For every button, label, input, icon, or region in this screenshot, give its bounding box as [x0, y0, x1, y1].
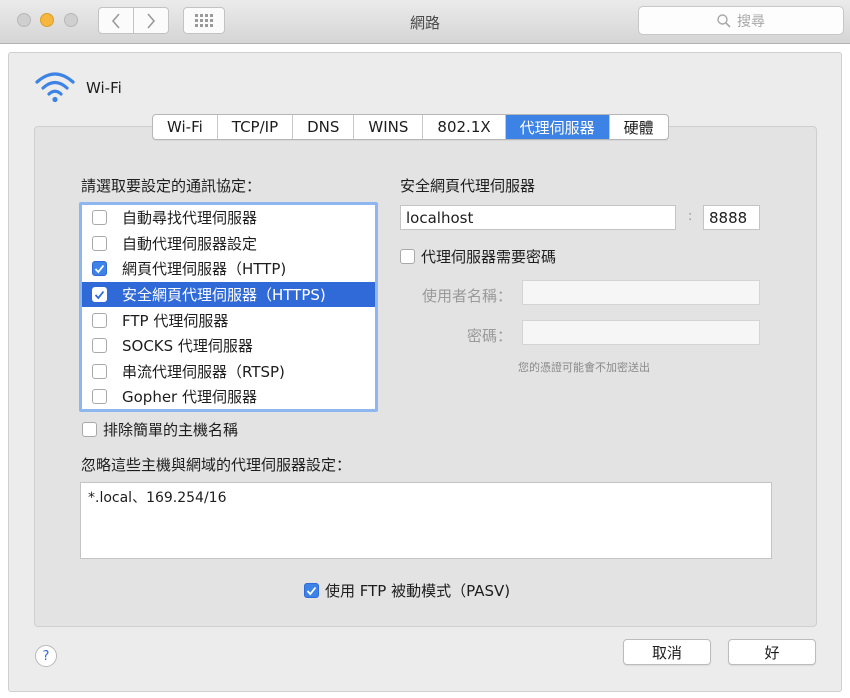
password-label: 密碼： — [466, 327, 512, 345]
passive-ftp-label: 使用 FTP 被動模式（PASV) — [325, 582, 511, 600]
bypass-textarea[interactable]: *.local、169.254/16 — [80, 482, 772, 559]
tab-dns[interactable]: DNS — [293, 115, 355, 139]
list-item-label: 串流代理伺服器（RTSP) — [122, 362, 285, 381]
list-item-label: Gopher 代理伺服器 — [122, 388, 257, 407]
list-item[interactable]: 串流代理伺服器（RTSP) — [82, 359, 375, 385]
server-heading: 安全網頁代理伺服器 — [400, 177, 536, 195]
proxy-host-field[interactable]: localhost — [400, 205, 676, 230]
checkbox[interactable] — [92, 261, 107, 277]
list-item-label: 網頁代理伺服器（HTTP) — [122, 260, 287, 279]
list-item-label: SOCKS 代理伺服器 — [122, 337, 253, 356]
checkbox[interactable] — [92, 338, 107, 354]
exclude-simple-hostnames[interactable]: 排除簡單的主機名稱 — [82, 419, 238, 440]
search-placeholder: 搜尋 — [737, 13, 765, 30]
protocol-list: 自動尋找代理伺服器 自動代理伺服器設定 網頁代理伺服器（HTTP) 安全網頁代理… — [79, 202, 378, 412]
list-item-label: 安全網頁代理伺服器（HTTPS) — [122, 286, 326, 305]
tab-wins[interactable]: WINS — [354, 115, 424, 139]
requires-password-label: 代理伺服器需要密碼 — [421, 248, 557, 266]
protocols-heading: 請選取要設定的通訊協定： — [81, 177, 262, 195]
checkmark-icon — [306, 586, 317, 595]
list-item[interactable]: FTP 代理伺服器 — [82, 307, 375, 333]
list-item[interactable]: 網頁代理伺服器（HTTP) — [82, 256, 375, 282]
search-icon — [717, 13, 731, 28]
list-item-label: FTP 代理伺服器 — [122, 311, 229, 330]
tab-tcpip[interactable]: TCP/IP — [218, 115, 294, 139]
port-separator: : — [688, 209, 693, 224]
checkbox[interactable] — [92, 389, 107, 405]
proxy-port-field[interactable]: 8888 — [703, 205, 760, 230]
checkbox[interactable] — [82, 422, 97, 437]
list-item-label: 自動尋找代理伺服器 — [122, 209, 258, 228]
checkbox[interactable] — [92, 287, 107, 303]
help-button[interactable]: ? — [35, 645, 57, 667]
list-item-label: 自動代理伺服器設定 — [122, 234, 258, 253]
search-field[interactable]: 搜尋 — [638, 6, 844, 35]
checkmark-icon — [94, 264, 105, 274]
service-name: Wi-Fi — [86, 79, 122, 97]
list-item[interactable]: SOCKS 代理伺服器 — [82, 333, 375, 359]
checkbox[interactable] — [92, 312, 107, 328]
checkbox[interactable] — [400, 249, 415, 264]
password-field[interactable] — [522, 320, 760, 345]
checkbox[interactable] — [92, 363, 107, 379]
requires-password[interactable]: 代理伺服器需要密碼 — [400, 246, 556, 267]
title-bar: 網路 搜尋 — [0, 0, 850, 44]
ok-button[interactable]: 好 — [728, 639, 816, 665]
credentials-note: 您的憑證可能會不加密送出 — [518, 361, 650, 374]
list-item[interactable]: Gopher 代理伺服器 — [82, 384, 375, 410]
checkbox[interactable] — [304, 583, 319, 598]
wifi-icon — [35, 72, 75, 103]
checkbox[interactable] — [92, 210, 107, 226]
list-item-selected[interactable]: 安全網頁代理伺服器（HTTPS) — [82, 281, 375, 308]
tab-wifi[interactable]: Wi-Fi — [153, 115, 218, 139]
checkbox[interactable] — [92, 235, 107, 251]
exclude-simple-label: 排除簡單的主機名稱 — [103, 421, 239, 439]
username-field[interactable] — [522, 280, 760, 305]
tab-8021x[interactable]: 802.1X — [423, 115, 506, 139]
tab-hardware[interactable]: 硬體 — [610, 115, 668, 139]
cancel-button[interactable]: 取消 — [623, 639, 711, 665]
tab-bar: Wi-Fi TCP/IP DNS WINS 802.1X 代理伺服器 硬體 — [152, 114, 669, 140]
bypass-label: 忽略這些主機與網域的代理伺服器設定： — [81, 456, 352, 474]
passive-ftp[interactable]: 使用 FTP 被動模式（PASV) — [304, 580, 510, 601]
list-item[interactable]: 自動代理伺服器設定 — [82, 231, 375, 257]
checkmark-icon — [94, 290, 105, 299]
tab-proxies[interactable]: 代理伺服器 — [505, 115, 610, 139]
username-label: 使用者名稱： — [421, 287, 512, 305]
list-item[interactable]: 自動尋找代理伺服器 — [82, 205, 375, 231]
